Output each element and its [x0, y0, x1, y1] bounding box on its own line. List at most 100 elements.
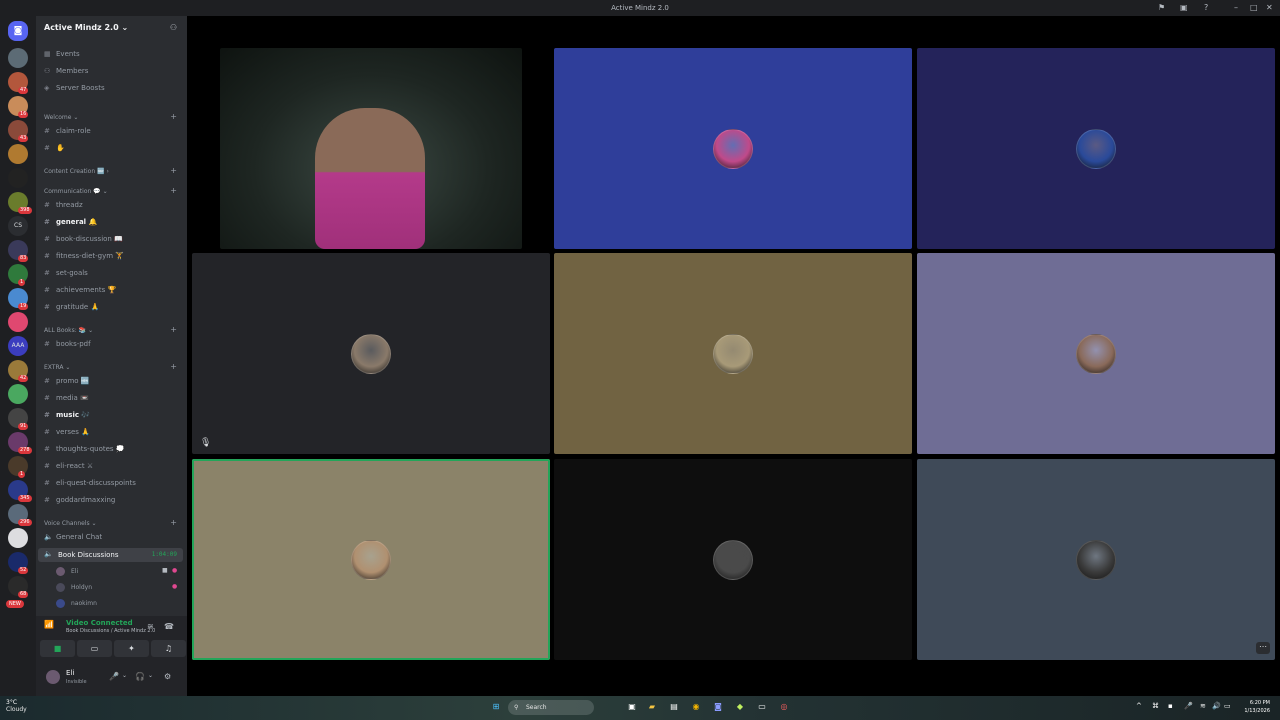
microphone-icon[interactable]: 🎤	[109, 672, 119, 681]
channel-wave[interactable]: # ✋	[44, 144, 65, 152]
participant-tile[interactable]	[554, 48, 912, 249]
network-icon[interactable]: ⌘	[1152, 702, 1159, 710]
battery-icon[interactable]: ▭	[1224, 702, 1231, 710]
server-icon[interactable]	[8, 528, 28, 548]
server-icon[interactable]	[8, 48, 28, 68]
category-voice-channels[interactable]: Voice Channels ⌄	[44, 520, 97, 527]
voice-user[interactable]: naokimn	[56, 599, 97, 608]
activities-button[interactable]: ✦	[114, 640, 149, 657]
channel-media[interactable]: # media 📼	[44, 394, 89, 402]
taskbar-search[interactable]: ⚲ Search	[508, 700, 594, 715]
store-icon[interactable]: ▤	[668, 701, 680, 713]
category-content-creation[interactable]: Content Creation 🆕 ›	[44, 168, 109, 175]
add-channel-icon[interactable]: +	[170, 325, 177, 334]
voice-user[interactable]: Holdyn	[56, 583, 92, 592]
channel-achievements[interactable]: # achievements 🏆	[44, 286, 116, 294]
participant-tile[interactable]: 🎙	[192, 253, 550, 454]
screen-share-button[interactable]: ▭	[77, 640, 112, 657]
add-channel-icon[interactable]: +	[170, 112, 177, 121]
server-icon[interactable]	[8, 312, 28, 332]
maximize-icon[interactable]: □	[1250, 3, 1258, 12]
server-icon[interactable]: CS	[8, 216, 28, 236]
server-boosts-item[interactable]: ◈ Server Boosts	[44, 84, 105, 92]
participant-tile[interactable]	[917, 253, 1275, 454]
channel-gratitude[interactable]: # gratitude 🙏	[44, 303, 99, 311]
channel-eli-react[interactable]: # eli-react ⚔	[44, 462, 93, 470]
terminal-icon[interactable]: ▭	[756, 701, 768, 713]
channel-verses[interactable]: # verses 🙏	[44, 428, 90, 436]
app-icon[interactable]: ◆	[734, 701, 746, 713]
channel-claim-role[interactable]: # claim-role	[44, 127, 91, 135]
hash-icon: #	[44, 496, 50, 504]
close-icon[interactable]: ✕	[1266, 3, 1273, 12]
category-communication[interactable]: Communication 💬 ⌄	[44, 188, 108, 195]
server-name-header[interactable]: Active Mindz 2.0 ⌄	[44, 23, 128, 32]
channel-books-pdf[interactable]: # books-pdf	[44, 340, 91, 348]
noise-suppression-icon[interactable]: ≋	[147, 622, 154, 631]
participant-tile[interactable]	[917, 459, 1275, 660]
chevron-down-icon[interactable]: ⌄	[122, 672, 127, 679]
soundboard-button[interactable]: ♫	[151, 640, 186, 657]
channel-thoughts-quotes[interactable]: # thoughts-quotes 💭	[44, 445, 125, 453]
task-view-icon[interactable]: ▣	[626, 701, 638, 713]
members-item[interactable]: ⚇ Members	[44, 67, 88, 75]
add-channel-icon[interactable]: +	[170, 166, 177, 175]
screen-icon[interactable]: ▣	[1180, 3, 1188, 12]
more-options-icon[interactable]: ⋯	[1256, 642, 1270, 654]
channel-promo[interactable]: # promo 🆕	[44, 377, 90, 385]
participant-tile[interactable]	[554, 253, 912, 454]
server-icon[interactable]	[8, 168, 28, 188]
add-channel-icon[interactable]: +	[170, 362, 177, 371]
hash-icon: #	[44, 394, 50, 402]
server-icon[interactable]	[8, 384, 28, 404]
avatar[interactable]	[46, 670, 60, 684]
clock[interactable]: 6:20 PM 1/13/2026	[1244, 699, 1270, 715]
app-icon[interactable]: ◎	[778, 701, 790, 713]
microphone-icon[interactable]: 🎤	[1184, 702, 1193, 710]
participant-tile[interactable]	[220, 48, 522, 249]
participant-tile[interactable]	[917, 48, 1275, 249]
category-welcome[interactable]: Welcome ⌄	[44, 114, 78, 121]
channel-eli-quest-discusspoints[interactable]: # eli-quest-discusspoints	[44, 479, 136, 487]
discord-home-icon[interactable]: ◙	[8, 21, 28, 41]
file-explorer-icon[interactable]: ▰	[646, 701, 658, 713]
windows-start-icon[interactable]: ⊞	[490, 701, 502, 713]
invite-icon[interactable]: ⚇	[170, 23, 177, 32]
server-icon[interactable]	[8, 144, 28, 164]
inbox-icon[interactable]: ⚑	[1158, 3, 1165, 12]
events-item[interactable]: ▦ Events	[44, 50, 80, 58]
chevron-down-icon[interactable]: ⌄	[148, 672, 153, 679]
category-extra[interactable]: EXTRA ⌄	[44, 364, 70, 371]
avatar	[1076, 333, 1116, 374]
category-all-books[interactable]: ALL Books: 📚 ⌄	[44, 327, 93, 334]
channel-fitness-diet-gym[interactable]: # fitness-diet-gym 🏋	[44, 252, 124, 260]
voice-user[interactable]: Eli	[56, 567, 78, 576]
channel-book-discussion[interactable]: # book-discussion 📖	[44, 235, 123, 243]
settings-icon[interactable]: ⚙	[164, 672, 171, 681]
tray-chevron-icon[interactable]: ^	[1136, 702, 1142, 710]
minimize-icon[interactable]: –	[1234, 3, 1238, 12]
channel-set-goals[interactable]: # set-goals	[44, 269, 88, 277]
add-channel-icon[interactable]: +	[170, 186, 177, 195]
discord-taskbar-icon[interactable]: ◙	[712, 701, 724, 713]
volume-icon[interactable]: 🔊	[1212, 702, 1221, 710]
help-icon[interactable]: ?	[1204, 3, 1208, 12]
weather-widget[interactable]: 3°C Cloudy	[6, 699, 27, 713]
participant-tile[interactable]	[192, 459, 550, 660]
participant-tile[interactable]	[554, 459, 912, 660]
webcam-video	[315, 108, 425, 249]
voice-channel-general-chat[interactable]: 🔈 General Chat	[44, 533, 102, 541]
channel-general[interactable]: # general 🔔	[44, 218, 97, 226]
voice-channel-book-discussions[interactable]: 🔈 Book Discussions 1:04:09	[38, 548, 183, 562]
disconnect-icon[interactable]: ☎	[164, 622, 174, 631]
headphones-icon[interactable]: 🎧	[135, 672, 145, 681]
chrome-icon[interactable]: ◉	[690, 701, 702, 713]
wifi-icon[interactable]: ≋	[1200, 702, 1206, 710]
channel-threadz[interactable]: # threadz	[44, 201, 83, 209]
server-icon[interactable]: AAA	[8, 336, 28, 356]
camera-button[interactable]: ■	[40, 640, 75, 657]
channel-music[interactable]: # music 🎶	[44, 411, 90, 419]
app-tray-icon[interactable]: ▪	[1168, 702, 1173, 710]
add-channel-icon[interactable]: +	[170, 518, 177, 527]
channel-goddardmaxxing[interactable]: # goddardmaxxing	[44, 496, 115, 504]
